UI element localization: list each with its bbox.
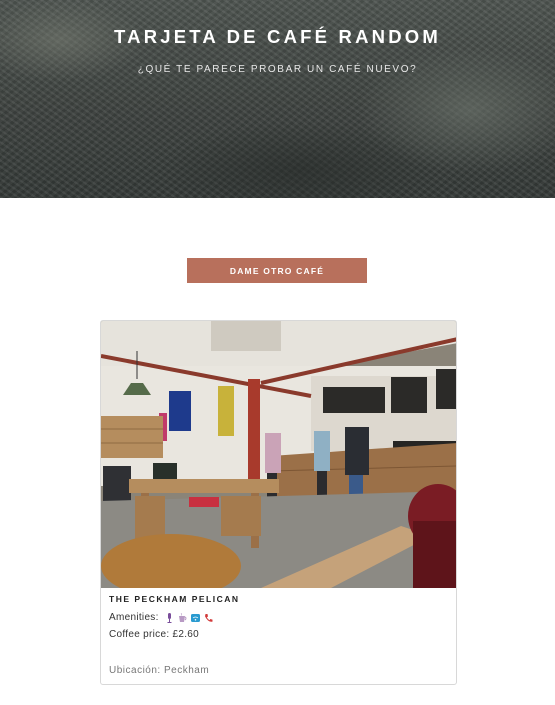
hero-banner: TARJETA DE CAFÉ RANDOM ¿QUÉ TE PARECE PR… <box>0 0 555 198</box>
page-title: TARJETA DE CAFÉ RANDOM <box>114 26 441 47</box>
cafe-card: THE PECKHAM PELICAN Amenities: Coffee pr… <box>100 320 457 685</box>
amenities-row: Amenities: <box>109 612 213 623</box>
microphone-icon <box>165 612 174 623</box>
amenity-icons <box>165 612 213 623</box>
wifi-icon <box>190 613 200 623</box>
phone-icon <box>204 613 213 623</box>
coffee-price: Coffee price: £2.60 <box>109 629 200 640</box>
cafe-photo <box>101 321 456 588</box>
next-cafe-button[interactable]: DAME OTRO CAFÉ <box>187 258 367 283</box>
coffee-cup-icon <box>178 612 187 623</box>
cafe-name: THE PECKHAM PELICAN <box>109 594 240 604</box>
page-subtitle: ¿QUÉ TE PARECE PROBAR UN CAFÉ NUEVO? <box>137 64 418 75</box>
amenities-label: Amenities: <box>109 612 159 623</box>
cafe-location: Ubicación: Peckham <box>109 665 210 676</box>
